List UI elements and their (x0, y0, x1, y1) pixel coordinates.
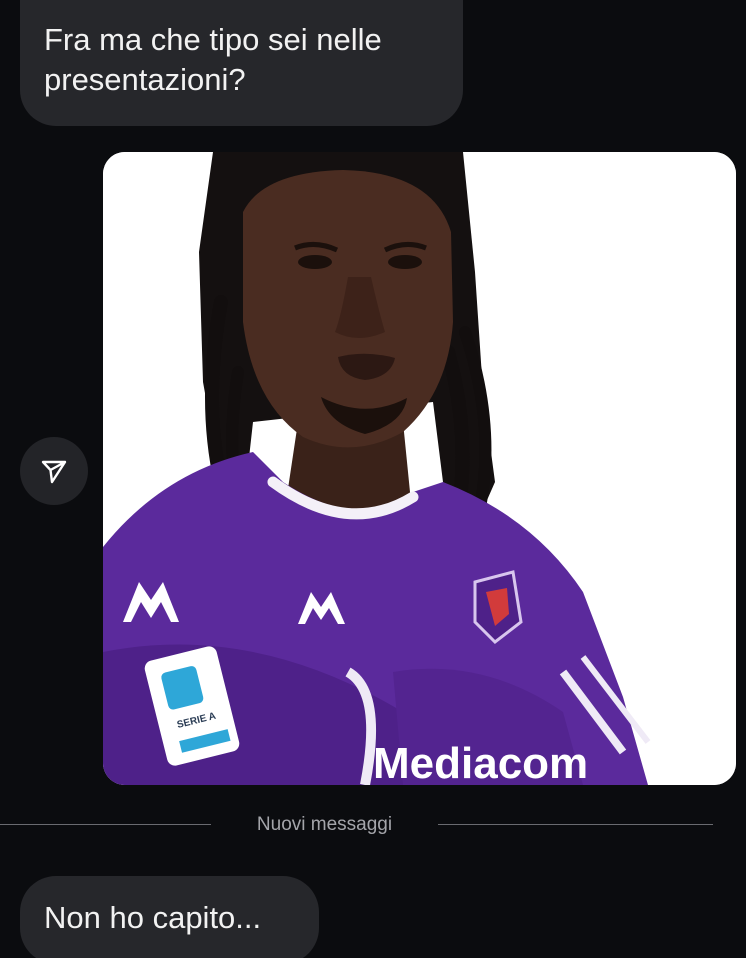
incoming-message-bubble[interactable]: Non ho capito... (20, 876, 319, 958)
jersey-sponsor: Mediacom (373, 739, 588, 785)
new-messages-divider: Nuovi messaggi (0, 811, 746, 839)
shared-photo[interactable]: SERIE A Mediacom (103, 152, 736, 785)
player-photo: SERIE A Mediacom (103, 152, 736, 785)
message-text: Non ho capito... (44, 900, 262, 935)
share-button[interactable] (20, 437, 88, 505)
message-text: Fra ma che tipo sei nelle presentazioni? (44, 22, 382, 97)
chat-screen: Fra ma che tipo sei nelle presentazioni? (0, 0, 746, 958)
divider-line-left (0, 824, 211, 825)
divider-line-right (438, 824, 713, 825)
paper-plane-icon (41, 460, 67, 484)
incoming-message-bubble[interactable]: Fra ma che tipo sei nelle presentazioni? (20, 0, 463, 126)
divider-label: Nuovi messaggi (256, 814, 393, 835)
